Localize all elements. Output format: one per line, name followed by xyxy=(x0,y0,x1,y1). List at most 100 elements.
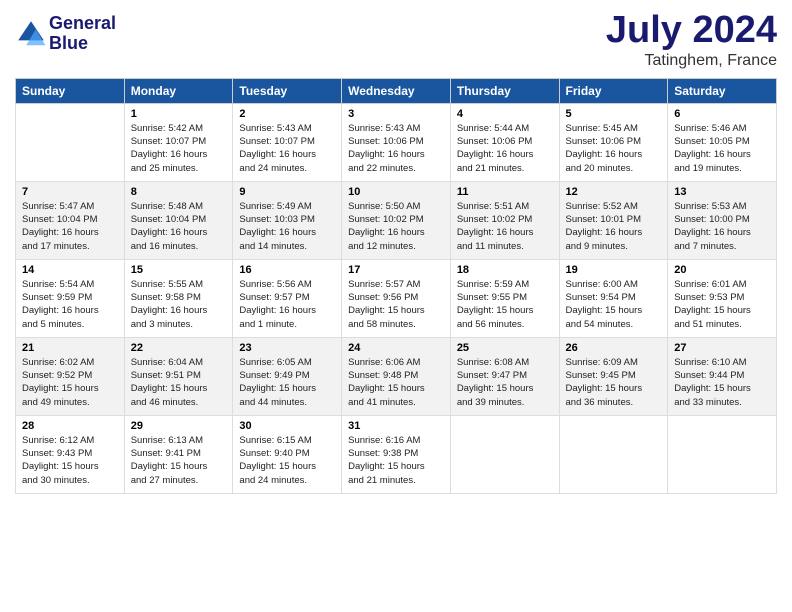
day-info: Sunrise: 6:00 AMSunset: 9:54 PMDaylight:… xyxy=(566,278,662,331)
day-number: 5 xyxy=(566,108,662,120)
day-number: 8 xyxy=(131,186,227,198)
day-info: Sunrise: 5:45 AMSunset: 10:06 PMDaylight… xyxy=(566,122,662,175)
day-number: 10 xyxy=(348,186,444,198)
cell-week4-day6: 26Sunrise: 6:09 AMSunset: 9:45 PMDayligh… xyxy=(559,337,668,415)
week-row-4: 21 Sunrise: 6:02 AMSunset: 9:52 PMDayligh… xyxy=(16,337,777,415)
day-info: Sunrise: 6:15 AMSunset: 9:40 PMDaylight:… xyxy=(239,434,335,487)
day-number: 3 xyxy=(348,108,444,120)
cell-week2-day4: 10Sunrise: 5:50 AMSunset: 10:02 PMDaylig… xyxy=(342,181,451,259)
day-number: 9 xyxy=(239,186,335,198)
month-title: July 2024 xyxy=(606,10,777,52)
day-number: 20 xyxy=(674,264,770,276)
header-saturday: Saturday xyxy=(668,78,777,103)
day-number: 21 xyxy=(22,342,118,354)
day-info: Sunrise: 5:59 AMSunset: 9:55 PMDaylight:… xyxy=(457,278,553,331)
day-number: 25 xyxy=(457,342,553,354)
day-info: Sunrise: 5:47 AMSunset: 10:04 PMDaylight… xyxy=(22,200,118,253)
day-info: Sunrise: 5:53 AMSunset: 10:00 PMDaylight… xyxy=(674,200,770,253)
cell-week2-day6: 12 Sunrise: 5:52 AMSunset: 10:01 PMDaylig… xyxy=(559,181,668,259)
cell-week5-day4: 31 Sunrise: 6:16 AMSunset: 9:38 PMDayligh… xyxy=(342,415,451,493)
cell-week2-day1: 7 Sunrise: 5:47 AMSunset: 10:04 PMDayligh… xyxy=(16,181,125,259)
day-info: Sunrise: 6:01 AMSunset: 9:53 PMDaylight:… xyxy=(674,278,770,331)
day-info: Sunrise: 6:04 AMSunset: 9:51 PMDaylight:… xyxy=(131,356,227,409)
cell-week4-day2: 22 Sunrise: 6:04 AMSunset: 9:51 PMDayligh… xyxy=(124,337,233,415)
cell-week3-day6: 19Sunrise: 6:00 AMSunset: 9:54 PMDayligh… xyxy=(559,259,668,337)
day-info: Sunrise: 6:02 AMSunset: 9:52 PMDaylight:… xyxy=(22,356,118,409)
day-number: 22 xyxy=(131,342,227,354)
day-number: 29 xyxy=(131,420,227,432)
header-wednesday: Wednesday xyxy=(342,78,451,103)
header-friday: Friday xyxy=(559,78,668,103)
calendar-body: 1Sunrise: 5:42 AMSunset: 10:07 PMDayligh… xyxy=(16,103,777,493)
day-number: 30 xyxy=(239,420,335,432)
day-info: Sunrise: 6:08 AMSunset: 9:47 PMDaylight:… xyxy=(457,356,553,409)
day-info: Sunrise: 5:57 AMSunset: 9:56 PMDaylight:… xyxy=(348,278,444,331)
cell-week2-day3: 9 Sunrise: 5:49 AMSunset: 10:03 PMDayligh… xyxy=(233,181,342,259)
day-info: Sunrise: 5:46 AMSunset: 10:05 PMDaylight… xyxy=(674,122,770,175)
cell-week3-day4: 17 Sunrise: 5:57 AMSunset: 9:56 PMDayligh… xyxy=(342,259,451,337)
day-number: 16 xyxy=(239,264,335,276)
day-number: 17 xyxy=(348,264,444,276)
logo-icon xyxy=(15,18,47,50)
cell-week5-day5 xyxy=(450,415,559,493)
day-info: Sunrise: 6:12 AMSunset: 9:43 PMDaylight:… xyxy=(22,434,118,487)
day-info: Sunrise: 6:16 AMSunset: 9:38 PMDaylight:… xyxy=(348,434,444,487)
header-thursday: Thursday xyxy=(450,78,559,103)
logo: General Blue xyxy=(15,14,116,54)
day-number: 26 xyxy=(566,342,662,354)
day-number: 18 xyxy=(457,264,553,276)
cell-week1-day5: 4Sunrise: 5:44 AMSunset: 10:06 PMDayligh… xyxy=(450,103,559,181)
day-info: Sunrise: 5:52 AMSunset: 10:01 PMDaylight… xyxy=(566,200,662,253)
header-sunday: Sunday xyxy=(16,78,125,103)
cell-week4-day3: 23 Sunrise: 6:05 AMSunset: 9:49 PMDayligh… xyxy=(233,337,342,415)
day-info: Sunrise: 5:56 AMSunset: 9:57 PMDaylight:… xyxy=(239,278,335,331)
day-info: Sunrise: 5:48 AMSunset: 10:04 PMDaylight… xyxy=(131,200,227,253)
cell-week5-day1: 28 Sunrise: 6:12 AMSunset: 9:43 PMDayligh… xyxy=(16,415,125,493)
day-info: Sunrise: 5:54 AMSunset: 9:59 PMDaylight:… xyxy=(22,278,118,331)
cell-week1-day3: 2Sunrise: 5:43 AMSunset: 10:07 PMDayligh… xyxy=(233,103,342,181)
day-info: Sunrise: 5:55 AMSunset: 9:58 PMDaylight:… xyxy=(131,278,227,331)
cell-week1-day4: 3Sunrise: 5:43 AMSunset: 10:06 PMDayligh… xyxy=(342,103,451,181)
day-info: Sunrise: 6:05 AMSunset: 9:49 PMDaylight:… xyxy=(239,356,335,409)
cell-week1-day7: 6Sunrise: 5:46 AMSunset: 10:05 PMDayligh… xyxy=(668,103,777,181)
day-info: Sunrise: 6:10 AMSunset: 9:44 PMDaylight:… xyxy=(674,356,770,409)
cell-week3-day7: 20 Sunrise: 6:01 AMSunset: 9:53 PMDayligh… xyxy=(668,259,777,337)
logo-text: General Blue xyxy=(49,14,116,54)
day-info: Sunrise: 6:06 AMSunset: 9:48 PMDaylight:… xyxy=(348,356,444,409)
day-number: 11 xyxy=(457,186,553,198)
day-info: Sunrise: 5:49 AMSunset: 10:03 PMDaylight… xyxy=(239,200,335,253)
week-row-1: 1Sunrise: 5:42 AMSunset: 10:07 PMDayligh… xyxy=(16,103,777,181)
cell-week4-day5: 25 Sunrise: 6:08 AMSunset: 9:47 PMDayligh… xyxy=(450,337,559,415)
cell-week5-day3: 30 Sunrise: 6:15 AMSunset: 9:40 PMDayligh… xyxy=(233,415,342,493)
cell-week1-day2: 1Sunrise: 5:42 AMSunset: 10:07 PMDayligh… xyxy=(124,103,233,181)
cell-week3-day2: 15Sunrise: 5:55 AMSunset: 9:58 PMDayligh… xyxy=(124,259,233,337)
title-area: July 2024 Tatinghem, France xyxy=(606,10,777,70)
week-row-2: 7 Sunrise: 5:47 AMSunset: 10:04 PMDayligh… xyxy=(16,181,777,259)
cell-week2-day7: 13Sunrise: 5:53 AMSunset: 10:00 PMDaylig… xyxy=(668,181,777,259)
day-number: 31 xyxy=(348,420,444,432)
week-row-3: 14Sunrise: 5:54 AMSunset: 9:59 PMDayligh… xyxy=(16,259,777,337)
logo-line2: Blue xyxy=(49,33,88,53)
cell-week3-day3: 16 Sunrise: 5:56 AMSunset: 9:57 PMDayligh… xyxy=(233,259,342,337)
day-number: 27 xyxy=(674,342,770,354)
day-info: Sunrise: 5:44 AMSunset: 10:06 PMDaylight… xyxy=(457,122,553,175)
day-number: 12 xyxy=(566,186,662,198)
cell-week3-day5: 18 Sunrise: 5:59 AMSunset: 9:55 PMDayligh… xyxy=(450,259,559,337)
day-number: 24 xyxy=(348,342,444,354)
day-number: 28 xyxy=(22,420,118,432)
header-row: Sunday Monday Tuesday Wednesday Thursday… xyxy=(16,78,777,103)
day-number: 7 xyxy=(22,186,118,198)
day-info: Sunrise: 5:43 AMSunset: 10:07 PMDaylight… xyxy=(239,122,335,175)
cell-week1-day1 xyxy=(16,103,125,181)
cell-week5-day7 xyxy=(668,415,777,493)
cell-week1-day6: 5 Sunrise: 5:45 AMSunset: 10:06 PMDayligh… xyxy=(559,103,668,181)
page-container: General Blue July 2024 Tatinghem, France… xyxy=(0,0,792,504)
cell-week3-day1: 14Sunrise: 5:54 AMSunset: 9:59 PMDayligh… xyxy=(16,259,125,337)
day-number: 1 xyxy=(131,108,227,120)
cell-week2-day2: 8 Sunrise: 5:48 AMSunset: 10:04 PMDayligh… xyxy=(124,181,233,259)
cell-week4-day1: 21 Sunrise: 6:02 AMSunset: 9:52 PMDayligh… xyxy=(16,337,125,415)
cell-week4-day7: 27 Sunrise: 6:10 AMSunset: 9:44 PMDayligh… xyxy=(668,337,777,415)
cell-week5-day6 xyxy=(559,415,668,493)
day-number: 23 xyxy=(239,342,335,354)
day-info: Sunrise: 6:13 AMSunset: 9:41 PMDaylight:… xyxy=(131,434,227,487)
